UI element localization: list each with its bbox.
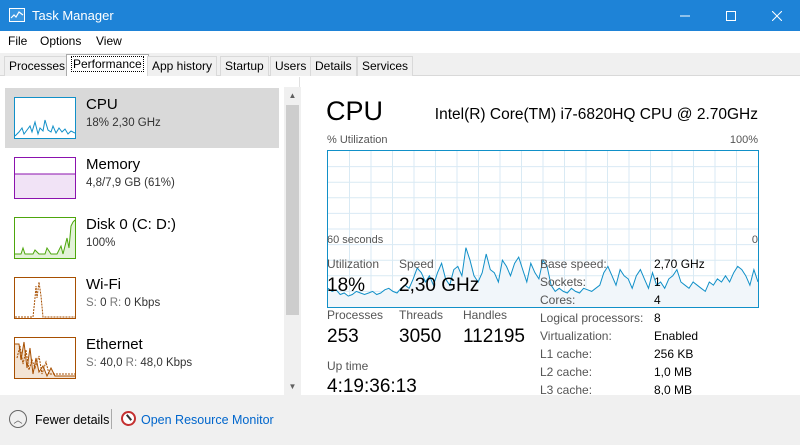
spec-value: 1 <box>654 275 661 289</box>
footer-bar: ︿ Fewer details Open Resource Monitor <box>0 395 800 445</box>
stat-label-handles: Handles <box>463 308 508 322</box>
stat-label-threads: Threads <box>399 308 444 322</box>
page-title: CPU <box>326 96 384 126</box>
sidebar-item-memory[interactable]: Memory 4,8/7,9 GB (61%) <box>5 148 279 208</box>
menu-file[interactable]: File <box>8 34 27 48</box>
minimize-icon <box>680 15 690 16</box>
spec-value: 8 <box>654 311 661 325</box>
tab-label: Details <box>315 59 352 73</box>
tab-label: Startup <box>225 59 264 73</box>
close-button[interactable] <box>754 0 800 31</box>
title-bar: Task Manager <box>0 0 800 31</box>
window-title: Task Manager <box>32 8 114 23</box>
sidebar-item-detail: S: 0 R: 0 Kbps <box>86 297 160 309</box>
spec-value: 1,0 MB <box>654 365 693 379</box>
spec-value: Enabled <box>654 329 699 343</box>
spec-label: Virtualization: <box>540 329 612 343</box>
scroll-thumb[interactable] <box>286 105 299 315</box>
spec-label: Logical processors: <box>540 311 644 325</box>
minimize-button[interactable] <box>662 0 708 31</box>
scroll-up-icon[interactable]: ▲ <box>284 87 301 104</box>
sidebar-item-cpu[interactable]: CPU 18% 2,30 GHz <box>5 88 279 148</box>
stat-value-utilization: 18% <box>327 275 366 296</box>
tab-startup[interactable]: Startup <box>220 56 269 76</box>
sidebar-item-disk[interactable]: Disk 0 (C: D:) 100% <box>5 208 279 268</box>
spec-label: L1 cache: <box>540 347 593 361</box>
tab-app-history[interactable]: App history <box>147 56 218 76</box>
sidebar-item-detail: 18% 2,30 GHz <box>86 117 161 129</box>
sidebar-item-label: Ethernet <box>86 336 143 353</box>
sidebar-item-detail: 100% <box>86 237 116 249</box>
stat-label-utilization: Utilization <box>327 257 380 271</box>
tab-label: Processes <box>9 59 66 73</box>
stat-value-threads: 3050 <box>399 326 442 347</box>
stat-value-processes: 253 <box>327 326 359 347</box>
chevron-up-icon[interactable]: ︿ <box>9 410 27 428</box>
menu-view[interactable]: View <box>96 34 122 48</box>
maximize-icon <box>726 10 736 21</box>
resource-monitor-icon[interactable] <box>121 411 136 426</box>
graph-time-label: 60 seconds <box>327 234 384 246</box>
task-manager-icon <box>9 8 25 22</box>
send-label: S: <box>86 357 97 369</box>
receive-label: R: <box>109 297 122 309</box>
spec-value: 256 KB <box>654 347 694 361</box>
stat-value-handles: 112195 <box>463 326 525 347</box>
spec-label: Cores: <box>540 293 576 307</box>
fewer-details-button[interactable]: Fewer details <box>35 413 109 427</box>
spec-value: 2,70 GHz <box>654 257 705 271</box>
scroll-down-icon[interactable]: ▼ <box>284 378 301 395</box>
tab-bar: Processes Performance App history Startu… <box>0 53 800 76</box>
sidebar-item-label: CPU <box>86 96 118 113</box>
stat-label-speed: Speed <box>399 257 434 271</box>
open-resource-monitor-link[interactable]: Open Resource Monitor <box>141 413 274 427</box>
spec-label: Base speed: <box>540 257 607 271</box>
close-icon <box>772 10 782 21</box>
tab-label: App history <box>152 59 213 73</box>
tab-details[interactable]: Details <box>310 56 357 76</box>
footer-divider <box>111 409 112 429</box>
send-value: 0 <box>100 297 107 309</box>
tab-label: Services <box>362 59 409 73</box>
resource-list: CPU 18% 2,30 GHz Memory 4,8/7,9 GB (61%)… <box>0 77 300 395</box>
stat-label-processes: Processes <box>327 308 384 322</box>
tab-performance[interactable]: Performance <box>66 54 149 76</box>
tab-processes[interactable]: Processes <box>4 56 71 76</box>
graph-time-end: 0 <box>751 234 758 246</box>
send-label: S: <box>86 297 97 309</box>
graph-y-max: 100% <box>729 134 758 146</box>
send-value: 40,0 <box>100 357 123 369</box>
tab-users[interactable]: Users <box>270 56 312 76</box>
cpu-detail-panel: CPU Intel(R) Core(TM) i7-6820HQ CPU @ 2.… <box>302 77 800 397</box>
spec-label: L2 cache: <box>540 365 593 379</box>
disk-thumbnail-graph <box>14 217 76 259</box>
cpu-model-name: Intel(R) Core(TM) i7-6820HQ CPU @ 2.70GH… <box>434 106 758 123</box>
stat-label-uptime: Up time <box>327 359 369 373</box>
spec-label: Sockets: <box>540 275 587 289</box>
sidebar-item-label: Wi-Fi <box>86 276 121 293</box>
receive-value: 48,0 Kbps <box>140 357 193 369</box>
sidebar-item-label: Memory <box>86 156 141 173</box>
spec-value: 4 <box>654 293 661 307</box>
ethernet-thumbnail-graph <box>14 337 76 379</box>
wifi-thumbnail-graph <box>14 277 76 319</box>
graph-y-label: % Utilization <box>327 134 388 146</box>
memory-thumbnail-graph <box>14 157 76 199</box>
maximize-button[interactable] <box>708 0 754 31</box>
sidebar-scrollbar[interactable]: ▲ ▼ <box>284 87 301 395</box>
cpu-thumbnail-graph <box>14 97 76 139</box>
tab-services[interactable]: Services <box>357 56 414 76</box>
sidebar-item-ethernet[interactable]: Ethernet S: 40,0 R: 48,0 Kbps <box>5 328 279 388</box>
receive-value: 0 Kbps <box>124 297 161 309</box>
receive-label: R: <box>125 357 138 369</box>
tab-label: Performance <box>71 56 144 72</box>
menu-bar: File Options View <box>0 31 800 53</box>
sidebar-item-detail: 4,8/7,9 GB (61%) <box>86 177 175 189</box>
sidebar-item-detail: S: 40,0 R: 48,0 Kbps <box>86 357 192 369</box>
sidebar-item-label: Disk 0 (C: D:) <box>86 216 176 233</box>
sidebar-item-wifi[interactable]: Wi-Fi S: 0 R: 0 Kbps <box>5 268 279 328</box>
stat-value-speed: 2,30 GHz <box>399 275 480 296</box>
tab-label: Users <box>275 59 307 73</box>
menu-options[interactable]: Options <box>40 34 81 48</box>
